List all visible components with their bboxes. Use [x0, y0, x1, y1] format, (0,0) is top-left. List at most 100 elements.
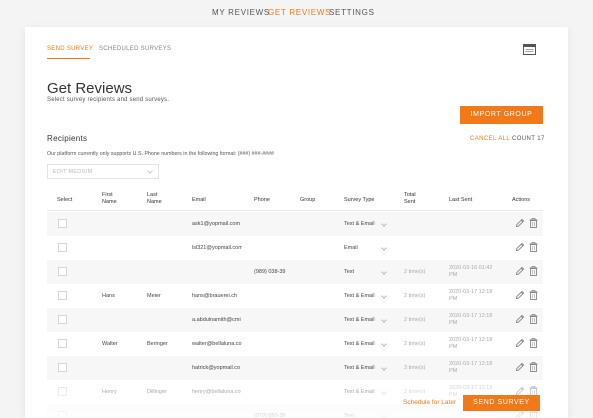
- trash-icon[interactable]: [529, 290, 538, 300]
- page-title: Get Reviews: [47, 80, 133, 97]
- pencil-icon[interactable]: [515, 290, 525, 300]
- cell-last-name: Meier: [147, 293, 161, 299]
- header-last-sent: Last Sent: [449, 197, 473, 203]
- pencil-icon[interactable]: [515, 266, 525, 276]
- tab-get-reviews[interactable]: GET REVIEWS: [268, 8, 331, 17]
- subtab-send-survey[interactable]: SEND SURVEY: [47, 46, 93, 52]
- trash-icon[interactable]: [529, 338, 538, 348]
- chevron-down-icon[interactable]: [381, 221, 387, 227]
- cell-total-sent: 2 time(s): [404, 293, 426, 299]
- pencil-icon[interactable]: [515, 242, 525, 252]
- table-row: (989) 038-39 Text 2 time(s) 2020-03-16 01:4…: [47, 260, 543, 284]
- trash-icon[interactable]: [529, 410, 538, 418]
- subtab-scheduled-surveys[interactable]: SCHEDULED SURVEYS: [99, 46, 171, 52]
- header-phone: Phone: [254, 197, 270, 203]
- chevron-down-icon[interactable]: [381, 365, 387, 371]
- import-group-button[interactable]: IMPORT GROUP: [460, 106, 543, 124]
- header-last-name-label: Last Name: [147, 192, 162, 205]
- survey-type-select[interactable]: Text & Email: [344, 293, 375, 299]
- trash-icon[interactable]: [529, 242, 538, 252]
- cell-last-name: Beringer: [147, 341, 168, 347]
- row-select-checkbox[interactable]: [58, 267, 67, 276]
- cell-total-sent: 2 time(s): [404, 317, 426, 323]
- cell-last-sent: 2020-03-17 12:18 PM: [449, 361, 493, 374]
- survey-type-select[interactable]: Text & Email: [344, 317, 375, 323]
- survey-type-select[interactable]: Text & Email: [344, 341, 375, 347]
- main-card: SEND SURVEY SCHEDULED SURVEYS Get Review…: [25, 27, 568, 418]
- trash-icon[interactable]: [529, 218, 538, 228]
- cell-first-name: Hans: [102, 293, 115, 299]
- active-subtab-underline: [47, 58, 90, 59]
- edit-medium-placeholder: EDIT MEDIUM: [53, 169, 93, 175]
- pencil-icon[interactable]: [515, 362, 525, 372]
- table-row: lsl321@yopmail.com Email: [47, 236, 543, 260]
- survey-type-select[interactable]: Text: [344, 269, 354, 275]
- pencil-icon[interactable]: [515, 410, 525, 418]
- survey-type-select[interactable]: Text & Email: [344, 365, 375, 371]
- pencil-icon[interactable]: [515, 218, 525, 228]
- trash-icon[interactable]: [529, 362, 538, 372]
- cell-phone: (970) 050-39: [254, 413, 286, 418]
- row-select-checkbox[interactable]: [58, 339, 67, 348]
- header-total-sent-label: Total Sent: [404, 192, 416, 205]
- row-select-checkbox[interactable]: [58, 243, 67, 252]
- cell-last-sent: 2020-03-17 12:18 PM: [449, 313, 493, 326]
- window-icon[interactable]: [523, 44, 536, 55]
- cell-last-sent: 2020-03-17 12:18 PM: [449, 337, 493, 350]
- row-select-checkbox[interactable]: [58, 363, 67, 372]
- pencil-icon[interactable]: [515, 338, 525, 348]
- survey-type-select[interactable]: Text & Email: [344, 389, 375, 395]
- header-divider: [47, 210, 543, 211]
- chevron-down-icon[interactable]: [381, 389, 387, 395]
- row-select-checkbox[interactable]: [58, 219, 67, 228]
- header-first-name-label: First Name: [102, 192, 117, 205]
- chevron-down-icon[interactable]: [381, 317, 387, 323]
- survey-type-select[interactable]: Email: [344, 245, 358, 251]
- header-total-sent: Total Sent: [404, 192, 416, 206]
- cell-first-name: Henry: [102, 389, 117, 395]
- top-navigation: MY REVIEWS GET REVIEWS SETTINGS: [0, 0, 593, 26]
- cell-phone: (989) 038-39: [254, 269, 286, 275]
- survey-type-select[interactable]: Text: [344, 413, 354, 418]
- cell-last-sent: 2020-03-16 01:42 PM: [449, 265, 493, 278]
- tab-settings[interactable]: SETTINGS: [329, 8, 375, 17]
- trash-icon[interactable]: [529, 266, 538, 276]
- table-row: a.abdulnamith@cmi Text & Email 2 time(s) 20…: [47, 308, 543, 332]
- cell-last-name: Dillinger: [147, 389, 167, 395]
- row-select-checkbox[interactable]: [58, 291, 67, 300]
- row-select-checkbox[interactable]: [58, 411, 67, 418]
- chevron-down-icon[interactable]: [381, 293, 387, 299]
- cell-email: walter@bellaluna.co: [192, 341, 242, 347]
- tab-my-reviews[interactable]: MY REVIEWS: [212, 8, 270, 17]
- edit-medium-select[interactable]: EDIT MEDIUM: [47, 164, 159, 179]
- header-email: Email: [192, 197, 206, 203]
- pencil-icon[interactable]: [515, 314, 525, 324]
- row-select-checkbox[interactable]: [58, 387, 67, 396]
- recipient-count: COUNT 17: [512, 136, 545, 142]
- send-survey-button[interactable]: SEND SURVEY: [463, 395, 540, 411]
- header-first-name: First Name: [102, 192, 117, 206]
- survey-type-select[interactable]: Text & Email: [344, 221, 375, 227]
- table-row: hatrick@yopmail.co Text & Email 3 time(s) 2…: [47, 356, 543, 380]
- chevron-down-icon[interactable]: [381, 245, 387, 251]
- header-group: Group: [300, 197, 316, 203]
- cell-total-sent: 2 time(s): [404, 341, 426, 347]
- page-subtitle: Select survey recipients and send survey…: [47, 97, 170, 103]
- cell-email: a.abdulnamith@cmi: [192, 317, 241, 323]
- chevron-down-icon[interactable]: [381, 269, 387, 275]
- header-select: Select: [57, 197, 73, 203]
- chevron-down-icon[interactable]: [381, 413, 387, 418]
- header-last-name: Last Name: [147, 192, 162, 206]
- cell-email: henry@bellaluna.co: [192, 389, 241, 395]
- chevron-down-icon[interactable]: [381, 341, 387, 347]
- cell-last-sent: 2020-03-17 12:18 PM: [449, 289, 493, 302]
- header-survey-type: Survey Type: [344, 197, 375, 203]
- table-row: ask1@yopmail.com Text & Email: [47, 212, 543, 236]
- cell-email: hatrick@yopmail.co: [192, 365, 241, 371]
- schedule-for-later-link[interactable]: Schedule for Later: [403, 399, 456, 406]
- table-row: Walter Beringer walter@bellaluna.co Text & …: [47, 332, 543, 356]
- row-select-checkbox[interactable]: [58, 315, 67, 324]
- cancel-all-link[interactable]: CANCEL ALL: [470, 136, 510, 142]
- header-actions: Actions: [512, 197, 531, 203]
- trash-icon[interactable]: [529, 314, 538, 324]
